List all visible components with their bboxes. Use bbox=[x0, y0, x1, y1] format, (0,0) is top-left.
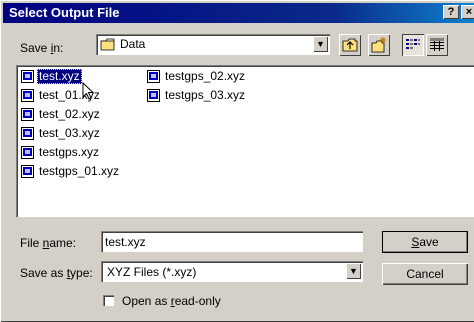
cancel-button[interactable]: Cancel bbox=[382, 263, 468, 285]
save-as-type-value: XYZ Files (*.xyz) bbox=[107, 265, 197, 279]
xyz-file-icon bbox=[21, 108, 34, 124]
help-button[interactable]: ? bbox=[443, 5, 459, 19]
xyz-file-icon bbox=[21, 127, 34, 143]
file-name: testgps_02.xyz bbox=[165, 69, 246, 83]
xyz-file-icon bbox=[147, 70, 160, 86]
file-name-label: File name: bbox=[20, 236, 77, 250]
file-name: test.xyz bbox=[37, 69, 82, 84]
up-one-level-button[interactable] bbox=[339, 34, 361, 56]
xyz-file-icon bbox=[21, 146, 34, 162]
select-output-file-dialog: Select Output File ? × Save in: Data ▼ t… bbox=[0, 0, 474, 322]
chevron-down-icon[interactable]: ▼ bbox=[346, 263, 361, 279]
file-name: test_02.xyz bbox=[39, 107, 100, 121]
xyz-file-icon bbox=[147, 89, 160, 105]
save-as-type-label: Save as type: bbox=[20, 266, 93, 280]
xyz-file-icon bbox=[21, 89, 34, 105]
xyz-file-icon bbox=[21, 165, 34, 181]
file-name-value: test.xyz bbox=[105, 235, 146, 249]
title-bar: Select Output File ? × bbox=[3, 3, 474, 23]
file-name: test_03.xyz bbox=[39, 126, 100, 140]
list-view-button[interactable] bbox=[402, 34, 424, 56]
save-in-dropdown[interactable]: Data ▼ bbox=[96, 34, 330, 55]
read-only-checkbox[interactable] bbox=[103, 295, 114, 306]
save-button[interactable]: Save bbox=[382, 231, 468, 253]
close-button[interactable]: × bbox=[461, 5, 474, 19]
file-name: testgps_03.xyz bbox=[165, 88, 246, 102]
file-name-field[interactable]: test.xyz bbox=[101, 231, 363, 252]
file-name: testgps_01.xyz bbox=[39, 164, 120, 178]
folder-icon bbox=[100, 38, 116, 54]
save-in-label: Save in: bbox=[20, 41, 64, 55]
save-in-value: Data bbox=[120, 37, 146, 51]
mouse-cursor-icon bbox=[82, 81, 95, 103]
new-folder-button[interactable] bbox=[368, 34, 390, 56]
xyz-file-icon bbox=[21, 70, 34, 86]
save-as-type-dropdown[interactable]: XYZ Files (*.xyz) ▼ bbox=[101, 261, 363, 282]
read-only-label[interactable]: Open as read-only bbox=[122, 294, 221, 308]
chevron-down-icon[interactable]: ▼ bbox=[313, 36, 328, 52]
window-title: Select Output File bbox=[9, 5, 120, 20]
details-view-button[interactable] bbox=[426, 34, 448, 56]
file-name: testgps.xyz bbox=[39, 145, 100, 159]
